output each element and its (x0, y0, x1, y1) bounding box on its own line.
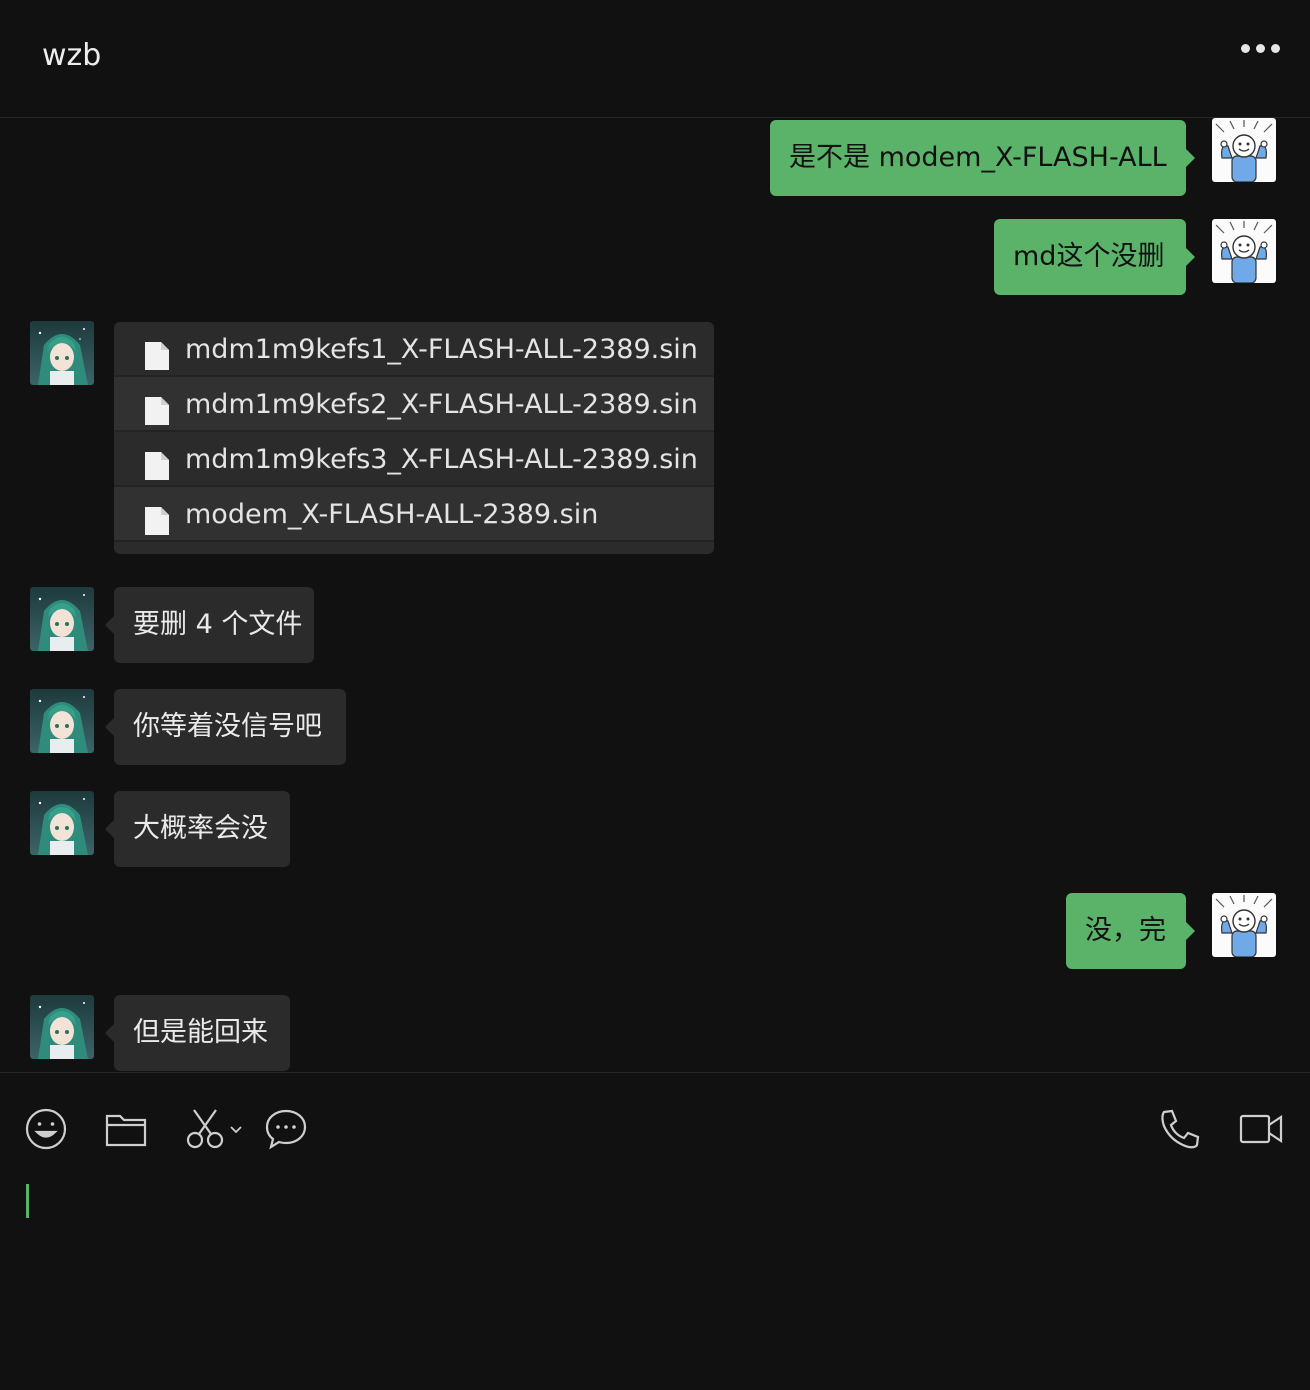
chat-bubble-icon[interactable] (265, 1108, 307, 1154)
contact-avatar[interactable] (30, 689, 94, 753)
file-icon (144, 500, 170, 554)
more-options-icon[interactable] (1241, 44, 1280, 53)
message-input[interactable] (0, 1160, 1310, 1390)
message-list[interactable]: 是不是 modem_X-FLASH-ALL md这个没删 mdm1m9kefs1… (0, 118, 1310, 1072)
toolbar-divider (0, 1072, 1310, 1073)
chat-header: wzb (0, 0, 1310, 118)
contact-avatar[interactable] (30, 587, 94, 651)
phone-icon[interactable] (1159, 1108, 1201, 1154)
video-camera-icon[interactable] (1239, 1112, 1283, 1150)
chat-window: wzb 是不是 modem_X-FLASH-ALL md这个没删 mdm1m9k… (0, 0, 1310, 1390)
incoming-message[interactable]: 你等着没信号吧 (105, 689, 346, 765)
contact-avatar[interactable] (30, 791, 94, 855)
file-name: mdm1m9kefs3_X-FLASH-ALL-2389.sin (185, 444, 698, 475)
folder-icon[interactable] (105, 1112, 147, 1152)
contact-avatar[interactable] (30, 321, 94, 385)
chat-title: wzb (42, 38, 102, 73)
incoming-message[interactable]: 但是能回来 (105, 995, 290, 1071)
file-item[interactable]: mdm1m9kefs1_X-FLASH-ALL-2389.sin (114, 322, 714, 377)
outgoing-message[interactable]: 没，完 (1066, 893, 1195, 969)
emoji-icon[interactable] (25, 1108, 67, 1154)
file-name: modem_X-FLASH-ALL-2389.sin (185, 499, 599, 530)
file-list-message: mdm1m9kefs1_X-FLASH-ALL-2389.sin mdm1m9k… (114, 322, 714, 554)
file-item[interactable]: mdm1m9kefs2_X-FLASH-ALL-2389.sin (114, 377, 714, 432)
scissors-icon[interactable] (186, 1108, 248, 1154)
file-name: mdm1m9kefs2_X-FLASH-ALL-2389.sin (185, 389, 698, 420)
file-item[interactable]: mdm1m9kefs3_X-FLASH-ALL-2389.sin (114, 432, 714, 487)
outgoing-message[interactable]: 是不是 modem_X-FLASH-ALL (770, 120, 1195, 196)
outgoing-message[interactable]: md这个没删 (994, 219, 1195, 295)
incoming-message[interactable]: 要删 4 个文件 (105, 587, 314, 663)
file-name: mdm1m9kefs1_X-FLASH-ALL-2389.sin (185, 334, 698, 365)
contact-avatar[interactable] (30, 995, 94, 1059)
self-avatar[interactable] (1212, 893, 1276, 957)
file-item[interactable]: modem_X-FLASH-ALL-2389.sin (114, 487, 714, 542)
text-caret (26, 1184, 29, 1218)
incoming-message[interactable]: 大概率会没 (105, 791, 290, 867)
self-avatar[interactable] (1212, 219, 1276, 283)
self-avatar[interactable] (1212, 118, 1276, 182)
